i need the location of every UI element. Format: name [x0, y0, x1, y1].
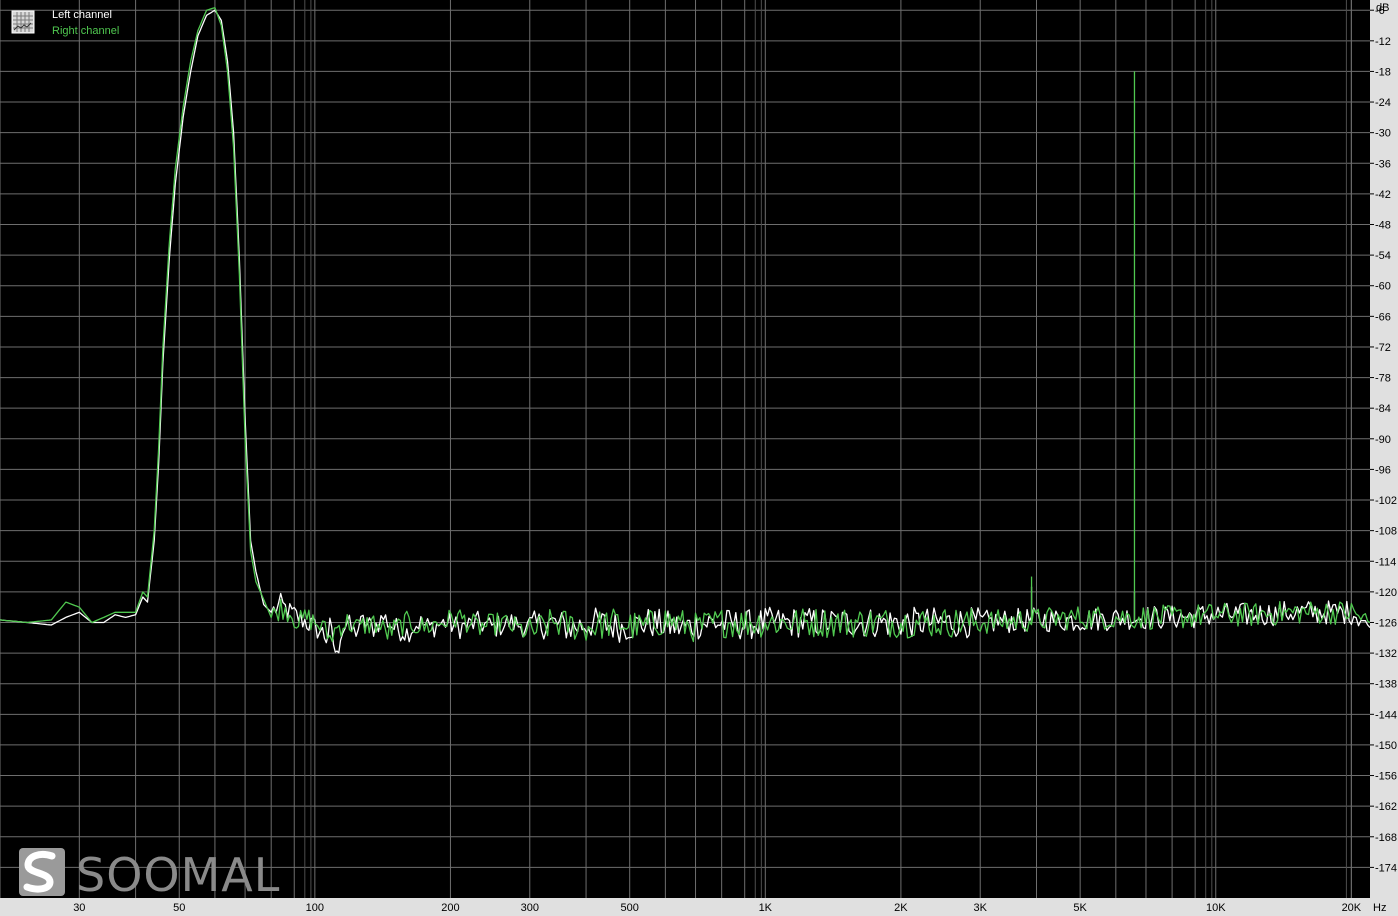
y-tick-label: -30: [1375, 128, 1391, 140]
y-tick-label: -144: [1375, 709, 1397, 721]
x-tick-label: 50: [173, 902, 185, 914]
spectrum-chart: -6-12-18-24-30-36-42-48-54-60-66-72-78-8…: [0, 0, 1398, 916]
y-tick-label: -42: [1375, 189, 1391, 201]
plot-background: [0, 0, 1370, 898]
y-tick-label: -72: [1375, 342, 1391, 354]
x-tick-label: 3K: [973, 902, 987, 914]
y-tick-label: -156: [1375, 771, 1397, 783]
y-tick-label: -36: [1375, 158, 1391, 170]
legend-right-channel: Right channel: [52, 25, 119, 37]
x-tick-label: 10K: [1206, 902, 1226, 914]
y-tick-label: -126: [1375, 617, 1397, 629]
y-tick-label: -84: [1375, 403, 1391, 415]
y-tick-label: -120: [1375, 587, 1397, 599]
y-tick-label: -60: [1375, 281, 1391, 293]
y-tick-label: -48: [1375, 220, 1391, 232]
x-tick-label: 5K: [1073, 902, 1087, 914]
y-tick-label: -18: [1375, 66, 1391, 78]
x-tick-label: 30: [73, 902, 85, 914]
y-tick-label: -138: [1375, 679, 1397, 691]
y-unit-label: dB: [1376, 2, 1389, 14]
x-tick-label: 200: [441, 902, 459, 914]
x-tick-label: 500: [621, 902, 639, 914]
y-tick-label: -12: [1375, 36, 1391, 48]
y-tick-label: -162: [1375, 801, 1397, 813]
y-tick-label: -102: [1375, 495, 1397, 507]
x-unit-label: Hz: [1373, 902, 1386, 914]
y-tick-label: -168: [1375, 832, 1397, 844]
y-tick-label: -114: [1375, 556, 1396, 568]
y-tick-label: -108: [1375, 526, 1397, 538]
y-tick-label: -150: [1375, 740, 1397, 752]
y-tick-label: -132: [1375, 648, 1397, 660]
x-tick-label: 1K: [759, 902, 773, 914]
x-tick-label: 300: [521, 902, 539, 914]
watermark: SOOMAL: [19, 848, 280, 902]
legend-left-channel: Left channel: [52, 9, 112, 21]
spectrum-icon: [11, 10, 35, 34]
x-tick-label: 100: [306, 902, 324, 914]
y-tick-label: -66: [1375, 311, 1391, 323]
watermark-text: SOOMAL: [76, 848, 280, 902]
x-tick-label: 20K: [1342, 902, 1362, 914]
soomal-logo-icon: [19, 848, 65, 896]
y-tick-label: -96: [1375, 464, 1391, 476]
y-tick-label: -54: [1375, 250, 1391, 262]
x-tick-label: 2K: [894, 902, 908, 914]
y-tick-label: -90: [1375, 434, 1391, 446]
y-tick-label: -78: [1375, 373, 1391, 385]
y-tick-label: -24: [1375, 97, 1391, 109]
y-tick-label: -174: [1375, 862, 1397, 874]
